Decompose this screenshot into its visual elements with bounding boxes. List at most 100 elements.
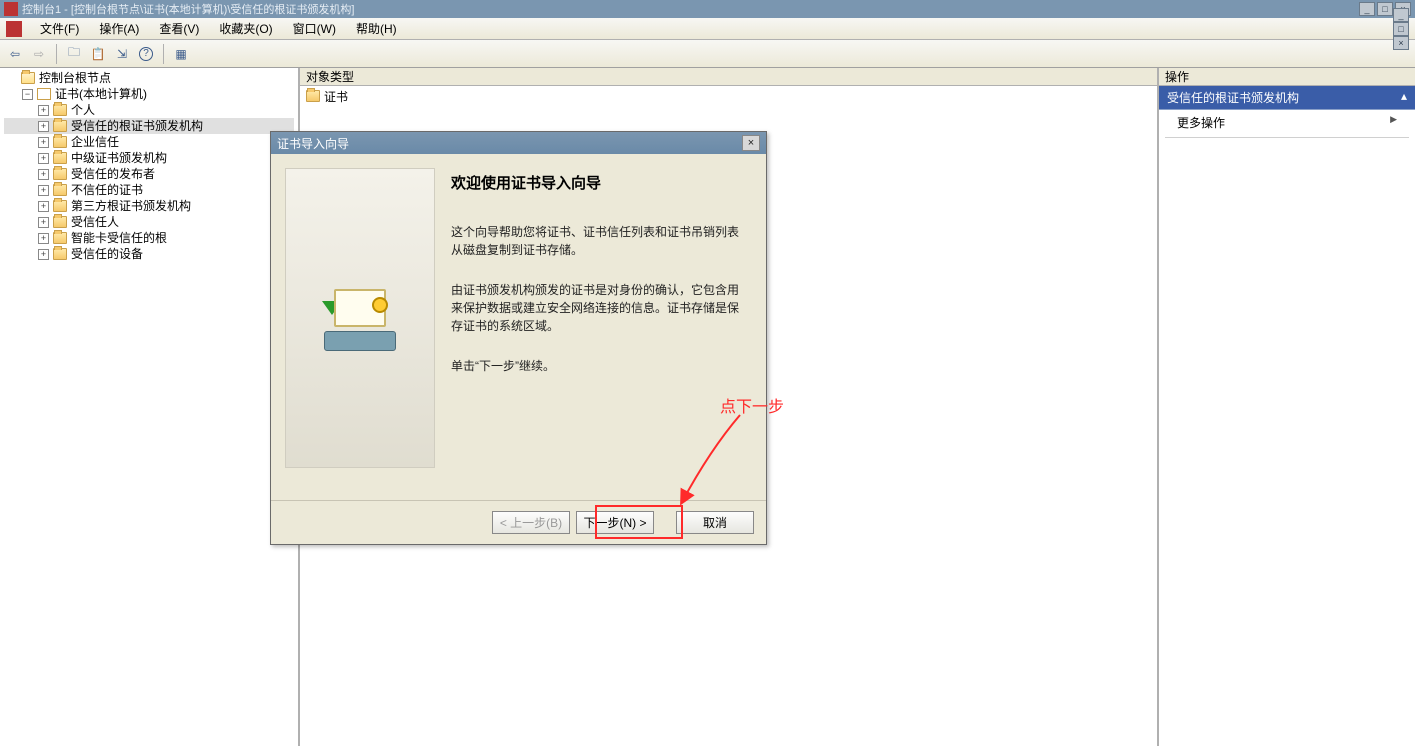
- folder-icon: [53, 216, 67, 228]
- actions-pane: 操作 受信任的根证书颁发机构 ▴ 更多操作 ▶: [1159, 68, 1415, 746]
- tree-item-label: 第三方根证书颁发机构: [71, 198, 191, 214]
- expander-icon[interactable]: +: [38, 105, 49, 116]
- dialog-title: 证书导入向导: [277, 135, 742, 152]
- up-icon: 🗀: [68, 43, 80, 64]
- tree-certificates[interactable]: − 证书(本地计算机): [4, 86, 294, 102]
- menu-action[interactable]: 操作(A): [91, 18, 147, 39]
- tree-item-label: 企业信任: [71, 134, 119, 150]
- certificate-import-wizard-dialog: 证书导入向导 × 欢迎使用证书导入向导 这个向导帮助您将证书、证书信任列表和证书…: [270, 131, 767, 545]
- expander-icon[interactable]: +: [38, 233, 49, 244]
- expander-icon[interactable]: +: [38, 121, 49, 132]
- menu-bar: 文件(F) 操作(A) 查看(V) 收藏夹(O) 窗口(W) 帮助(H) _ □…: [0, 18, 1415, 40]
- expander-icon[interactable]: +: [38, 153, 49, 164]
- export-icon: ⇲: [117, 47, 127, 61]
- tree-certs-label: 证书(本地计算机): [55, 86, 147, 102]
- tree-root[interactable]: 控制台根节点: [4, 70, 294, 86]
- tree-item-label: 不信任的证书: [71, 182, 143, 198]
- menu-file[interactable]: 文件(F): [32, 18, 87, 39]
- tree-item-label: 智能卡受信任的根: [71, 230, 167, 246]
- tree-item-label: 个人: [71, 102, 95, 118]
- actions-group-chevron-icon: ▴: [1401, 89, 1407, 103]
- minimize-button[interactable]: _: [1359, 2, 1375, 16]
- back-icon: ⇦: [10, 47, 20, 61]
- tree-item-label: 受信任的设备: [71, 246, 143, 262]
- tree-item-personal[interactable]: + 个人: [4, 102, 294, 118]
- menu-view[interactable]: 查看(V): [151, 18, 207, 39]
- forward-icon: ⇨: [34, 47, 44, 61]
- dialog-close-button[interactable]: ×: [742, 135, 760, 151]
- folder-icon: [53, 232, 67, 244]
- expander-icon[interactable]: +: [38, 169, 49, 180]
- tree-item-label: 受信任人: [71, 214, 119, 230]
- folder-icon: [53, 152, 67, 164]
- tree-item-enterprise[interactable]: + 企业信任: [4, 134, 294, 150]
- view-icon: ▦: [175, 47, 186, 61]
- tree-item-trusted-devices[interactable]: + 受信任的设备: [4, 246, 294, 262]
- wizard-icon: [320, 283, 400, 353]
- back-button[interactable]: < 上一步(B): [492, 511, 570, 534]
- wizard-main: 欢迎使用证书导入向导 这个向导帮助您将证书、证书信任列表和证书吊销列表从磁盘复制…: [451, 168, 752, 486]
- back-button[interactable]: ⇦: [4, 43, 26, 65]
- tree-item-untrusted[interactable]: + 不信任的证书: [4, 182, 294, 198]
- wizard-para2: 由证书颁发机构颁发的证书是对身份的确认，它包含用来保护数据或建立安全网络连接的信…: [451, 281, 744, 335]
- tree-item-intermediate[interactable]: + 中级证书颁发机构: [4, 150, 294, 166]
- list-item-label: 证书: [324, 88, 348, 105]
- app-icon: [4, 2, 18, 16]
- window-title: 控制台1 - [控制台根节点\证书(本地计算机)\受信任的根证书颁发机构]: [22, 1, 1359, 17]
- up-button[interactable]: 🗀: [63, 43, 85, 65]
- list-header-label: 对象类型: [306, 68, 354, 85]
- tree-root-label: 控制台根节点: [39, 70, 111, 86]
- expander-icon[interactable]: −: [22, 89, 33, 100]
- folder-icon: [53, 184, 67, 196]
- list-item[interactable]: 证书: [306, 88, 1151, 104]
- expander-icon: [6, 73, 17, 84]
- mdi-minimize-button[interactable]: _: [1393, 8, 1409, 22]
- folder-icon: [53, 136, 67, 148]
- list-header[interactable]: 对象类型: [300, 68, 1157, 86]
- options-button[interactable]: 📋: [87, 43, 109, 65]
- export-button[interactable]: ⇲: [111, 43, 133, 65]
- toolbar-separator: [163, 44, 164, 64]
- expander-icon[interactable]: +: [38, 185, 49, 196]
- mdi-close-button[interactable]: ×: [1393, 36, 1409, 50]
- view-button[interactable]: ▦: [170, 43, 192, 65]
- menu-window[interactable]: 窗口(W): [285, 18, 344, 39]
- menu-favorites[interactable]: 收藏夹(O): [211, 18, 280, 39]
- tree-item-smartcard-root[interactable]: + 智能卡受信任的根: [4, 230, 294, 246]
- actions-header-label: 操作: [1165, 68, 1189, 85]
- expander-icon[interactable]: +: [38, 217, 49, 228]
- tree-item-trusted-root[interactable]: + 受信任的根证书颁发机构: [4, 118, 294, 134]
- wizard-para3: 单击“下一步”继续。: [451, 357, 744, 375]
- actions-group-label: 受信任的根证书颁发机构: [1167, 91, 1299, 105]
- action-more[interactable]: 更多操作 ▶: [1159, 110, 1415, 135]
- dialog-footer: < 上一步(B) 下一步(N) > 取消: [271, 500, 766, 544]
- maximize-button[interactable]: □: [1377, 2, 1393, 16]
- tree-item-label: 受信任的根证书颁发机构: [71, 118, 203, 134]
- cancel-button[interactable]: 取消: [676, 511, 754, 534]
- folder-icon: [306, 90, 320, 102]
- tree-item-label: 中级证书颁发机构: [71, 150, 167, 166]
- tree-item-trusted-people[interactable]: + 受信任人: [4, 214, 294, 230]
- expander-icon[interactable]: +: [38, 137, 49, 148]
- action-more-label: 更多操作: [1177, 116, 1225, 130]
- app-icon-small: [6, 21, 22, 37]
- window-titlebar: 控制台1 - [控制台根节点\证书(本地计算机)\受信任的根证书颁发机构] _ …: [0, 0, 1415, 18]
- menu-help[interactable]: 帮助(H): [348, 18, 405, 39]
- next-button[interactable]: 下一步(N) >: [576, 511, 654, 534]
- help-button[interactable]: ?: [135, 43, 157, 65]
- chevron-right-icon: ▶: [1390, 114, 1397, 125]
- wizard-para1: 这个向导帮助您将证书、证书信任列表和证书吊销列表从磁盘复制到证书存储。: [451, 223, 744, 259]
- expander-icon[interactable]: +: [38, 201, 49, 212]
- actions-group: 受信任的根证书颁发机构 ▴: [1159, 86, 1415, 110]
- wizard-sidebar: [285, 168, 435, 468]
- forward-button[interactable]: ⇨: [28, 43, 50, 65]
- tree-item-trusted-publishers[interactable]: + 受信任的发布者: [4, 166, 294, 182]
- mdi-maximize-button[interactable]: □: [1393, 22, 1409, 36]
- folder-icon: [53, 104, 67, 116]
- wizard-heading: 欢迎使用证书导入向导: [451, 172, 744, 193]
- help-icon: ?: [139, 47, 153, 61]
- expander-icon[interactable]: +: [38, 249, 49, 260]
- tree-pane[interactable]: 控制台根节点 − 证书(本地计算机) + 个人 + 受信任的根证书颁发机构 + …: [0, 68, 300, 746]
- dialog-titlebar[interactable]: 证书导入向导 ×: [271, 132, 766, 154]
- tree-item-thirdparty-root[interactable]: + 第三方根证书颁发机构: [4, 198, 294, 214]
